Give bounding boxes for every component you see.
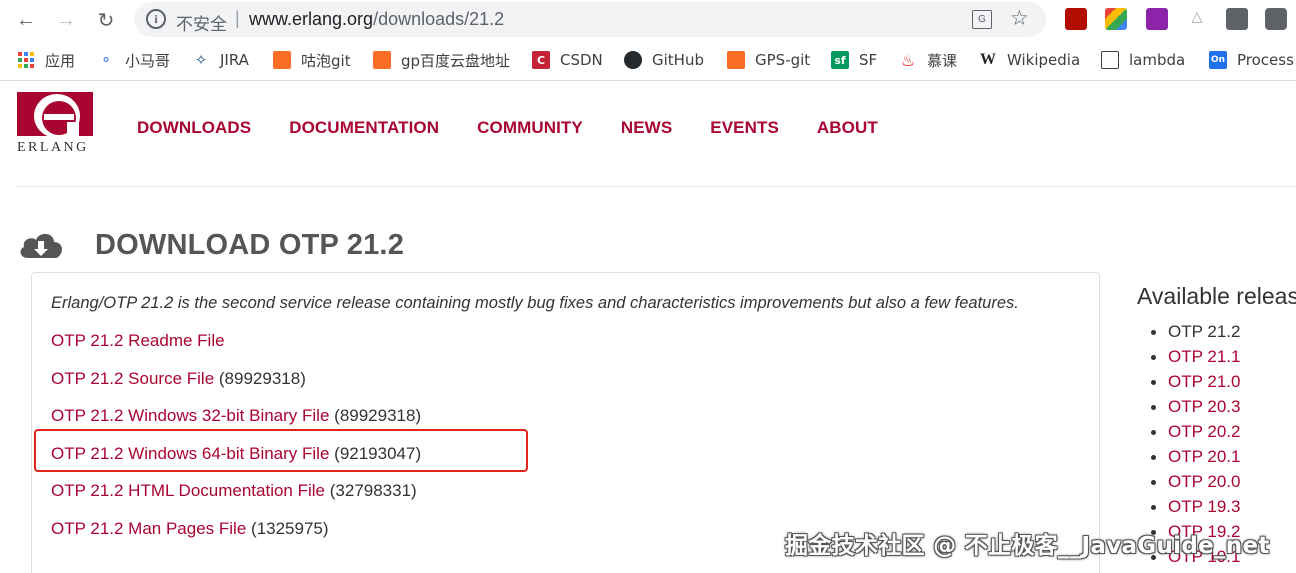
bookmark-label: 小马哥: [125, 51, 171, 70]
bookmark-label: Process: [1237, 51, 1294, 69]
separator: |: [235, 8, 240, 28]
download-link[interactable]: OTP 21.2 Man Pages File: [51, 519, 246, 538]
gitlab-icon: [727, 51, 745, 69]
bookmark-label: 应用: [45, 51, 76, 70]
release-item[interactable]: OTP 20.3: [1150, 396, 1240, 421]
url-host: www.erlang.org: [249, 9, 374, 29]
bookmarks-bar: 应用 ⚬ 小马哥 ✧ JIRA 咕泡git gp百度云盘地址 C CSDN Gi…: [0, 40, 1296, 81]
j-extension-icon[interactable]: [1226, 8, 1248, 30]
download-link[interactable]: OTP 21.2 Windows 32-bit Binary File: [51, 406, 329, 425]
bookmark-label: 慕课: [927, 51, 958, 70]
rp-extension-icon[interactable]: [1146, 8, 1168, 30]
bookmark-label: GPS-git: [755, 51, 811, 69]
bookmark-lambda[interactable]: lambda: [1101, 50, 1185, 70]
bookmark-label: 咕泡git: [301, 51, 351, 70]
bookmark-star-icon[interactable]: ☆: [1010, 6, 1029, 31]
bookmark-label: CSDN: [560, 51, 603, 69]
watermark: 掘金技术社区 @ 不止极客__JavaGuide_net: [785, 533, 1270, 559]
bookmark-wikipedia[interactable]: W Wikipedia: [979, 50, 1080, 70]
reload-icon[interactable]: ↻: [91, 5, 121, 35]
bookmark-xiaomage[interactable]: ⚬ 小马哥: [97, 50, 170, 70]
nav-downloads[interactable]: DOWNLOADS: [137, 118, 251, 138]
jira-icon: ✧: [194, 51, 208, 69]
url-text[interactable]: www.erlang.org/downloads/21.2: [249, 9, 504, 30]
gitlab-icon: [373, 51, 391, 69]
available-releases-title: Available releas: [1137, 283, 1296, 309]
release-item[interactable]: OTP 19.3: [1150, 496, 1240, 521]
bookmark-gp-baidu[interactable]: gp百度云盘地址: [373, 50, 510, 70]
pdf-extension-icon[interactable]: [1065, 8, 1087, 30]
bookmark-csdn[interactable]: C CSDN: [532, 50, 603, 70]
nav-about[interactable]: ABOUT: [817, 118, 878, 138]
book-icon: [1101, 51, 1119, 69]
file-size: (1325975): [251, 519, 329, 538]
main-nav: DOWNLOADS DOCUMENTATION COMMUNITY NEWS E…: [137, 118, 916, 138]
release-item[interactable]: OTP 20.1: [1150, 446, 1240, 471]
download-item-man-pages: OTP 21.2 Man Pages File (1325975): [51, 519, 329, 539]
sitemap-extension-icon[interactable]: △: [1186, 8, 1208, 30]
gitlab-icon: [273, 51, 291, 69]
download-link[interactable]: OTP 21.2 HTML Documentation File: [51, 481, 325, 500]
browser-toolbar: ← → ↻ i 不安全 | www.erlang.org/downloads/2…: [0, 0, 1296, 40]
release-item[interactable]: OTP 21.0: [1150, 371, 1240, 396]
bookmark-gupao-git[interactable]: 咕泡git: [273, 50, 351, 70]
download-item-readme: OTP 21.2 Readme File: [51, 331, 225, 351]
download-item-source: OTP 21.2 Source File (89929318): [51, 369, 306, 389]
bookmark-process[interactable]: On Process: [1209, 50, 1294, 70]
segmentfault-icon: sf: [831, 51, 849, 69]
release-item[interactable]: OTP 20.0: [1150, 471, 1240, 496]
release-item[interactable]: OTP 21.1: [1150, 346, 1240, 371]
processon-icon: On: [1209, 51, 1227, 69]
bookmark-gps-git[interactable]: GPS-git: [727, 50, 810, 70]
bookmark-apps[interactable]: 应用: [17, 50, 75, 70]
file-size: (32798331): [329, 481, 417, 500]
download-link[interactable]: OTP 21.2 Readme File: [51, 331, 225, 350]
url-path: /downloads/21.2: [373, 9, 505, 29]
bookmark-label: JIRA: [220, 51, 249, 69]
bookmark-sf[interactable]: sf SF: [831, 50, 877, 70]
bookmark-label: Wikipedia: [1007, 51, 1081, 69]
address-bar[interactable]: i 不安全 | www.erlang.org/downloads/21.2 G …: [134, 2, 1046, 37]
bookmark-label: lambda: [1129, 51, 1186, 69]
apps-grid-icon: [17, 51, 35, 69]
page-title: DOWNLOAD OTP 21.2: [95, 229, 405, 261]
header-divider: [17, 186, 1296, 187]
release-item-current: OTP 21.2: [1150, 321, 1240, 346]
translate-icon[interactable]: G: [972, 10, 992, 29]
release-item[interactable]: OTP 20.2: [1150, 421, 1240, 446]
download-item-html-docs: OTP 21.2 HTML Documentation File (327983…: [51, 481, 417, 501]
back-icon[interactable]: ←: [11, 5, 41, 35]
color-extension-icon[interactable]: [1105, 8, 1127, 30]
forward-icon[interactable]: →: [51, 5, 81, 35]
release-intro: Erlang/OTP 21.2 is the second service re…: [51, 294, 1019, 312]
csdn-icon: C: [532, 51, 550, 69]
nav-news[interactable]: NEWS: [621, 118, 672, 138]
link-icon: ⚬: [99, 51, 113, 69]
nav-community[interactable]: COMMUNITY: [477, 118, 583, 138]
bookmark-mooc[interactable]: ♨ 慕课: [899, 50, 957, 70]
cloud-download-icon: [20, 233, 62, 258]
bookmark-jira[interactable]: ✧ JIRA: [192, 50, 249, 70]
download-extension-icon[interactable]: [1265, 8, 1287, 30]
bookmark-github[interactable]: GitHub: [624, 50, 704, 70]
logo-text[interactable]: ERLANG: [17, 140, 89, 156]
bookmark-label: GitHub: [652, 51, 704, 69]
nav-documentation[interactable]: DOCUMENTATION: [289, 118, 439, 138]
file-size: (89929318): [218, 369, 306, 388]
flame-icon: ♨: [900, 50, 916, 70]
highlight-box: [34, 429, 528, 472]
nav-events[interactable]: EVENTS: [710, 118, 779, 138]
download-link[interactable]: OTP 21.2 Source File: [51, 369, 214, 388]
bookmark-label: SF: [859, 51, 878, 69]
download-item-win32: OTP 21.2 Windows 32-bit Binary File (899…: [51, 406, 421, 426]
wikipedia-icon: W: [980, 51, 996, 68]
info-icon[interactable]: i: [146, 9, 166, 29]
file-size: (89929318): [334, 406, 422, 425]
bookmark-label: gp百度云盘地址: [401, 51, 511, 70]
github-icon: [624, 51, 642, 69]
security-label[interactable]: 不安全: [176, 10, 227, 35]
